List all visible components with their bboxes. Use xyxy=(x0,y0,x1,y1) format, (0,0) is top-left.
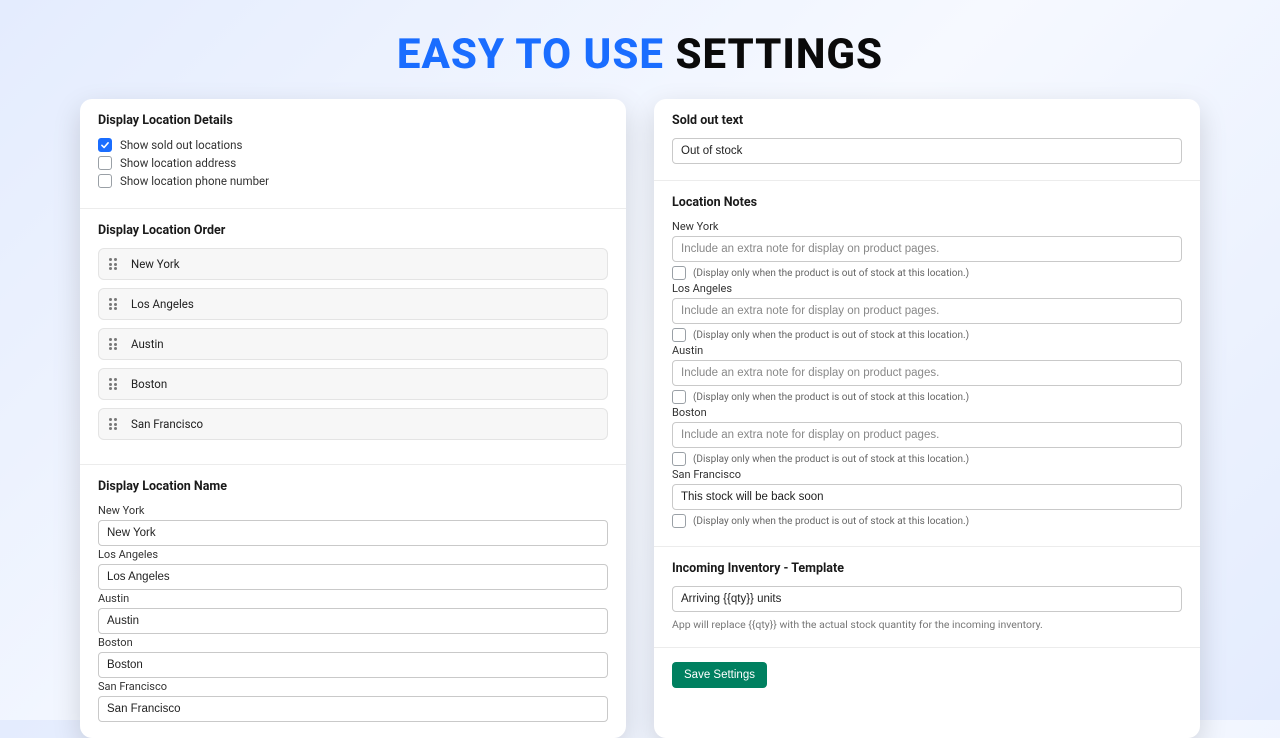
checkbox-icon[interactable] xyxy=(672,514,686,528)
checkbox-icon[interactable] xyxy=(672,452,686,466)
save-section: Save Settings xyxy=(654,648,1200,704)
checkbox-icon[interactable] xyxy=(672,266,686,280)
order-item[interactable]: New York xyxy=(98,248,608,280)
detail-option-label: Show sold out locations xyxy=(120,138,242,152)
left-card: Display Location Details Show sold out l… xyxy=(80,99,626,738)
note-chk-label: (Display only when the product is out of… xyxy=(693,454,969,465)
note-display-only-option[interactable]: (Display only when the product is out of… xyxy=(672,390,1182,404)
save-settings-button[interactable]: Save Settings xyxy=(672,662,767,688)
display-location-order: Display Location Order New York Los Angel… xyxy=(80,209,626,465)
note-input[interactable] xyxy=(672,236,1182,262)
location-name-label: New York xyxy=(98,504,608,517)
note-chk-label: (Display only when the product is out of… xyxy=(693,392,969,403)
section-title-incoming: Incoming Inventory - Template xyxy=(672,561,1182,576)
location-name-input[interactable] xyxy=(98,520,608,546)
location-name-input[interactable] xyxy=(98,608,608,634)
checkbox-icon[interactable] xyxy=(98,174,112,188)
incoming-helper-text: App will replace {{qty}} with the actual… xyxy=(672,618,1182,631)
location-name-label: Los Angeles xyxy=(98,548,608,561)
note-input[interactable] xyxy=(672,360,1182,386)
section-title-names: Display Location Name xyxy=(98,479,608,494)
detail-option[interactable]: Show location phone number xyxy=(98,174,608,188)
note-chk-label: (Display only when the product is out of… xyxy=(693,268,969,279)
note-display-only-option[interactable]: (Display only when the product is out of… xyxy=(672,452,1182,466)
order-item-label: New York xyxy=(131,257,180,271)
note-location-label: Austin xyxy=(672,344,1182,357)
display-location-name: Display Location Name New York Los Angele… xyxy=(80,465,626,738)
location-name-input[interactable] xyxy=(98,696,608,722)
note-location-label: Los Angeles xyxy=(672,282,1182,295)
order-item[interactable]: Austin xyxy=(98,328,608,360)
detail-option-label: Show location phone number xyxy=(120,174,269,188)
location-name-label: San Francisco xyxy=(98,680,608,693)
sold-out-text-section: Sold out text xyxy=(654,99,1200,181)
order-item-label: Boston xyxy=(131,377,167,391)
sold-out-input[interactable] xyxy=(672,138,1182,164)
checkbox-icon[interactable] xyxy=(672,390,686,404)
order-item-label: Los Angeles xyxy=(131,297,194,311)
checkbox-icon[interactable] xyxy=(98,156,112,170)
note-location-label: New York xyxy=(672,220,1182,233)
location-name-input[interactable] xyxy=(98,652,608,678)
checkbox-icon[interactable] xyxy=(672,328,686,342)
location-name-label: Austin xyxy=(98,592,608,605)
order-item[interactable]: Los Angeles xyxy=(98,288,608,320)
section-title-notes: Location Notes xyxy=(672,195,1182,210)
detail-option[interactable]: Show location address xyxy=(98,156,608,170)
note-input[interactable] xyxy=(672,484,1182,510)
order-item-label: Austin xyxy=(131,337,164,351)
drag-handle-icon[interactable] xyxy=(109,418,121,430)
section-title-order: Display Location Order xyxy=(98,223,608,238)
incoming-template-input[interactable] xyxy=(672,586,1182,612)
note-display-only-option[interactable]: (Display only when the product is out of… xyxy=(672,266,1182,280)
detail-option[interactable]: Show sold out locations xyxy=(98,138,608,152)
section-title-details: Display Location Details xyxy=(98,113,608,128)
location-name-input[interactable] xyxy=(98,564,608,590)
note-chk-label: (Display only when the product is out of… xyxy=(693,330,969,341)
drag-handle-icon[interactable] xyxy=(109,378,121,390)
note-input[interactable] xyxy=(672,422,1182,448)
checkbox-icon[interactable] xyxy=(98,138,112,152)
incoming-inventory-section: Incoming Inventory - Template App will r… xyxy=(654,547,1200,648)
location-notes-section: Location Notes New York (Display only whe… xyxy=(654,181,1200,547)
drag-handle-icon[interactable] xyxy=(109,258,121,270)
note-input[interactable] xyxy=(672,298,1182,324)
order-item-label: San Francisco xyxy=(131,417,203,431)
note-display-only-option[interactable]: (Display only when the product is out of… xyxy=(672,514,1182,528)
drag-handle-icon[interactable] xyxy=(109,298,121,310)
note-location-label: Boston xyxy=(672,406,1182,419)
note-chk-label: (Display only when the product is out of… xyxy=(693,516,969,527)
title-part2: SETTINGS xyxy=(675,30,883,79)
note-location-label: San Francisco xyxy=(672,468,1182,481)
section-title-soldout: Sold out text xyxy=(672,113,1182,128)
detail-option-label: Show location address xyxy=(120,156,236,170)
order-item[interactable]: San Francisco xyxy=(98,408,608,440)
title-part1: EASY TO USE xyxy=(397,30,664,79)
note-display-only-option[interactable]: (Display only when the product is out of… xyxy=(672,328,1182,342)
page-title: EASY TO USE SETTINGS xyxy=(0,0,1280,99)
location-name-label: Boston xyxy=(98,636,608,649)
right-card: Sold out text Location Notes New York (Di… xyxy=(654,99,1200,738)
order-item[interactable]: Boston xyxy=(98,368,608,400)
drag-handle-icon[interactable] xyxy=(109,338,121,350)
display-location-details: Display Location Details Show sold out l… xyxy=(80,99,626,209)
